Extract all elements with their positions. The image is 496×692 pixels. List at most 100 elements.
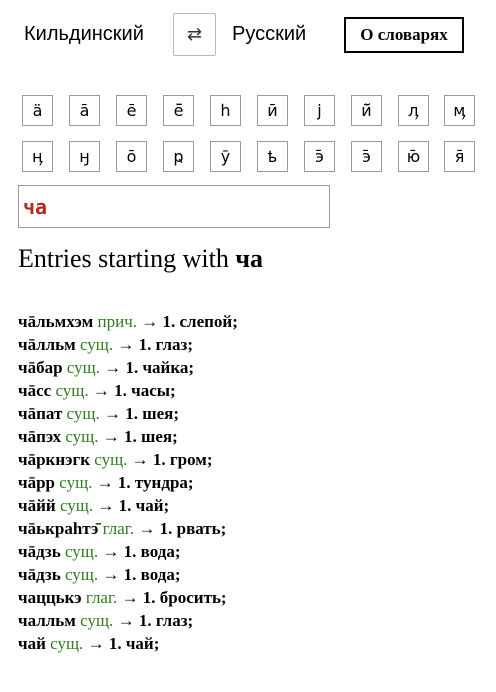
char-key[interactable]: ē bbox=[116, 95, 147, 126]
entry-translation: 1. вода; bbox=[123, 542, 181, 561]
entry-word[interactable]: чāбар bbox=[18, 358, 63, 377]
entry-word[interactable]: чāркнэгк bbox=[18, 450, 90, 469]
arrow-icon: → bbox=[127, 450, 153, 469]
arrow-icon: → bbox=[92, 473, 118, 492]
about-dictionaries-button[interactable]: О словарях bbox=[344, 17, 464, 53]
entry-translation: 1. чай; bbox=[118, 496, 170, 515]
results-heading-prefix: Entries starting with bbox=[18, 244, 229, 273]
char-key[interactable]: ӯ bbox=[210, 141, 241, 172]
arrow-icon: → bbox=[99, 404, 126, 423]
results-heading: Entries starting with ча bbox=[18, 244, 263, 274]
char-key[interactable]: ӆ bbox=[398, 95, 429, 126]
char-key[interactable]: ј bbox=[304, 95, 335, 126]
list-item[interactable]: чаццькэ глаг. → 1. бросить; bbox=[18, 586, 488, 609]
list-item[interactable]: чāпат сущ. → 1. шея; bbox=[18, 402, 488, 425]
swap-arrows-icon: ⇄ bbox=[186, 24, 203, 45]
list-item[interactable]: чāльмхэм прич. → 1. слепой; bbox=[18, 310, 488, 333]
arrow-icon: → bbox=[113, 611, 139, 630]
arrow-icon: → bbox=[137, 312, 163, 331]
target-language-label[interactable]: Русский bbox=[232, 23, 306, 46]
char-key[interactable]: ӎ bbox=[444, 95, 475, 126]
entry-part-of-speech: сущ. bbox=[64, 565, 99, 584]
entry-part-of-speech: сущ. bbox=[55, 381, 89, 400]
entry-part-of-speech: сущ. bbox=[59, 473, 93, 492]
char-key[interactable]: ё̄ bbox=[163, 95, 194, 126]
entry-word[interactable]: чāькраһтэ̄ bbox=[18, 519, 98, 538]
entry-word[interactable]: чāпат bbox=[18, 404, 62, 423]
results-heading-query: ча bbox=[235, 244, 264, 273]
entry-word[interactable]: чāдзь bbox=[18, 542, 61, 561]
entry-translation: 1. глаз; bbox=[138, 335, 194, 354]
results-list: чāльмхэм прич. → 1. слепой; чāлльм сущ. →… bbox=[18, 310, 488, 655]
char-key[interactable]: ӣ bbox=[257, 95, 288, 126]
list-item[interactable]: чалльм сущ. → 1. глаз; bbox=[18, 609, 488, 632]
char-key[interactable]: ō bbox=[116, 141, 147, 172]
list-item[interactable]: чāсс сущ. → 1. часы; bbox=[18, 379, 488, 402]
entry-part-of-speech: глаг. bbox=[102, 519, 135, 538]
entry-word[interactable]: чāйй bbox=[18, 496, 56, 515]
entry-part-of-speech: сущ. bbox=[79, 335, 114, 354]
list-item[interactable]: чāбар сущ. → 1. чайка; bbox=[18, 356, 488, 379]
entry-word[interactable]: чалльм bbox=[18, 611, 76, 630]
list-item[interactable]: чāркнэгк сущ. → 1. гром; bbox=[18, 448, 488, 471]
entry-translation: 1. гром; bbox=[152, 450, 213, 469]
arrow-icon: → bbox=[99, 358, 126, 377]
arrow-icon: → bbox=[83, 634, 109, 653]
char-key[interactable]: ӈ bbox=[69, 141, 100, 172]
list-item[interactable]: чāйй сущ. → 1. чай; bbox=[18, 494, 488, 517]
list-item[interactable]: чāпэх сущ. → 1. шея; bbox=[18, 425, 488, 448]
char-key[interactable]: ҏ bbox=[163, 141, 194, 172]
swap-languages-button[interactable]: ⇄ bbox=[173, 13, 216, 56]
entry-translation: 1. слепой; bbox=[162, 312, 238, 331]
entry-translation: 1. шея; bbox=[125, 404, 179, 423]
list-item[interactable]: чāькраһтэ̄ глаг. → 1. рвать; bbox=[18, 517, 488, 540]
entry-part-of-speech: сущ. bbox=[65, 427, 99, 446]
char-key[interactable]: ӊ bbox=[22, 141, 53, 172]
entry-translation: 1. чайка; bbox=[125, 358, 195, 377]
list-item[interactable]: чāдзь сущ. → 1. вода; bbox=[18, 540, 488, 563]
entry-translation: 1. глаз; bbox=[138, 611, 194, 630]
entry-translation: 1. рвать; bbox=[159, 519, 227, 538]
char-key[interactable]: ä bbox=[22, 95, 53, 126]
char-key[interactable]: ю̄ bbox=[398, 141, 429, 172]
list-item[interactable]: чāлльм сущ. → 1. глаз; bbox=[18, 333, 488, 356]
entry-part-of-speech: сущ. bbox=[50, 634, 84, 653]
entry-part-of-speech: прич. bbox=[97, 312, 138, 331]
entry-part-of-speech: сущ. bbox=[94, 450, 128, 469]
entry-word[interactable]: чай bbox=[18, 634, 46, 653]
entry-word[interactable]: чāльмхэм bbox=[18, 312, 93, 331]
arrow-icon: → bbox=[117, 588, 143, 607]
char-key[interactable]: ӣ̆ bbox=[351, 95, 382, 126]
entry-translation: 1. бросить; bbox=[142, 588, 227, 607]
entry-word[interactable]: чāдзь bbox=[18, 565, 61, 584]
entry-word[interactable]: чāрр bbox=[18, 473, 55, 492]
list-item[interactable]: чāдзь сущ. → 1. вода; bbox=[18, 563, 488, 586]
char-key[interactable]: ҍ bbox=[257, 141, 288, 172]
list-item[interactable]: чай сущ. → 1. чай; bbox=[18, 632, 488, 655]
entry-part-of-speech: сущ. bbox=[64, 542, 99, 561]
entry-translation: 1. чай; bbox=[108, 634, 160, 653]
search-input[interactable]: ча bbox=[18, 185, 330, 228]
top-bar: Кильдинский ⇄ Русский О словарях bbox=[0, 0, 496, 80]
char-key[interactable]: һ bbox=[210, 95, 241, 126]
source-language-label[interactable]: Кильдинский bbox=[24, 23, 144, 46]
list-item[interactable]: чāрр сущ. → 1. тундра; bbox=[18, 471, 488, 494]
entry-word[interactable]: чāпэх bbox=[18, 427, 61, 446]
entry-translation: 1. вода; bbox=[123, 565, 181, 584]
entry-part-of-speech: сущ. bbox=[80, 611, 114, 630]
char-key[interactable]: ā bbox=[69, 95, 100, 126]
entry-part-of-speech: сущ. bbox=[59, 496, 94, 515]
arrow-icon: → bbox=[98, 565, 124, 584]
arrow-icon: → bbox=[88, 381, 115, 400]
char-key[interactable]: я̄ bbox=[444, 141, 475, 172]
char-key[interactable]: э̄ bbox=[351, 141, 382, 172]
entry-word[interactable]: чāлльм bbox=[18, 335, 76, 354]
entry-part-of-speech: сущ. bbox=[66, 358, 100, 377]
entry-translation: 1. часы; bbox=[114, 381, 176, 400]
char-key[interactable]: э̄ bbox=[304, 141, 335, 172]
entry-word[interactable]: чāсс bbox=[18, 381, 51, 400]
arrow-icon: → bbox=[113, 335, 139, 354]
entry-word[interactable]: чаццькэ bbox=[18, 588, 82, 607]
arrow-icon: → bbox=[98, 542, 124, 561]
entry-translation: 1. тундра; bbox=[117, 473, 194, 492]
